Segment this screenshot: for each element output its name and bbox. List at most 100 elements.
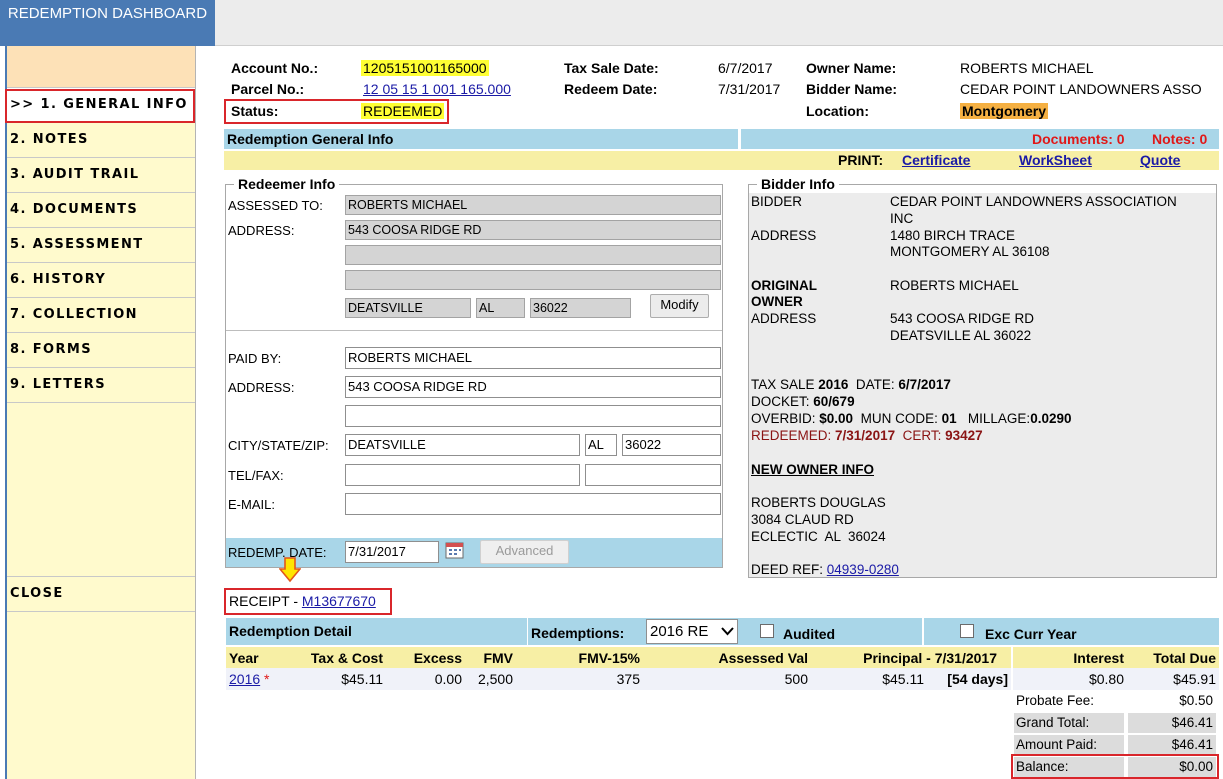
top-bar	[215, 0, 1223, 46]
paid-address-line-2-input[interactable]	[345, 405, 721, 427]
deed-ref-line: DEED REF: 04939-0280	[751, 562, 899, 578]
new-owner-title: NEW OWNER INFO	[751, 462, 874, 477]
address-line-3-field	[345, 270, 721, 290]
detail-title: Redemption Detail	[229, 623, 352, 639]
tax-sale-date-value: 6/7/2017	[718, 60, 773, 76]
sidebar: >> 1. GENERAL INFO 2. NOTES 3. AUDIT TRA…	[5, 46, 196, 779]
account-value: 1205151001165000	[361, 60, 489, 76]
deed-ref-link[interactable]: 04939-0280	[827, 562, 899, 577]
cell-interest: $0.80	[1088, 671, 1124, 687]
parcel-link[interactable]: 12 05 15 1 001 165.000	[363, 81, 511, 97]
col-assessed-val: Assessed Val	[718, 650, 808, 666]
bidder-info-legend: Bidder Info	[757, 176, 839, 192]
exc-curr-year-checkbox[interactable]	[960, 624, 974, 638]
email-input[interactable]	[345, 493, 721, 515]
redeem-date-value: 7/31/2017	[718, 81, 781, 97]
mun-code-label: MUN CODE:	[860, 411, 938, 426]
sidebar-item-documents[interactable]: 4. DOCUMENTS	[7, 193, 195, 228]
col-principal: Principal - 7/31/2017	[863, 650, 997, 666]
email-label: E-MAIL:	[228, 497, 275, 512]
city-state-zip-label: CITY/STATE/ZIP:	[228, 438, 329, 453]
general-info-title: Redemption General Info	[227, 131, 394, 147]
cell-total-due: $45.91	[1173, 671, 1216, 687]
paid-city-input[interactable]: DEATSVILLE	[345, 434, 580, 456]
notes-count[interactable]: Notes: 0	[1152, 131, 1207, 147]
location-label: Location:	[806, 103, 869, 119]
bidder-address-line-2: MONTGOMERY AL 36108	[890, 244, 1050, 259]
mun-code-value: 01	[941, 411, 957, 426]
documents-count[interactable]: Documents: 0	[1032, 131, 1125, 147]
paid-by-input[interactable]: ROBERTS MICHAEL	[345, 347, 721, 369]
redemp-date-input[interactable]: 7/31/2017	[345, 541, 439, 563]
print-certificate-link[interactable]: Certificate	[902, 152, 970, 168]
down-arrow-icon	[278, 557, 302, 583]
year-link[interactable]: 2016	[229, 671, 260, 687]
print-quote-link[interactable]: Quote	[1140, 152, 1180, 168]
counts-bar: Documents: 0 Notes: 0	[741, 129, 1219, 149]
bidder-name-label: Bidder Name:	[806, 81, 898, 97]
redemptions-label: Redemptions:	[531, 625, 625, 641]
tax-sale-date-label: Tax Sale Date:	[564, 60, 659, 76]
original-owner-address-label: ADDRESS	[751, 311, 817, 326]
sidebar-item-history[interactable]: 6. HISTORY	[7, 263, 195, 298]
audited-checkbox[interactable]	[760, 624, 774, 638]
sidebar-header	[7, 46, 195, 88]
city-field: DEATSVILLE	[345, 298, 471, 318]
tax-sale-label: TAX SALE	[751, 377, 815, 392]
deed-ref-label: DEED REF:	[751, 562, 824, 577]
state-field: AL	[476, 298, 525, 318]
redemptions-select[interactable]: 2016 RE	[646, 619, 738, 644]
address-line-1-field: 543 COOSA RIDGE RD	[345, 220, 721, 240]
calendar-icon[interactable]	[445, 541, 465, 559]
sidebar-item-collection[interactable]: 7. COLLECTION	[7, 298, 195, 333]
new-owner-address-1: 3084 CLAUD RD	[751, 512, 854, 527]
advanced-button[interactable]: Advanced	[480, 540, 569, 564]
paid-address-line-1-input[interactable]: 543 COOSA RIDGE RD	[345, 376, 721, 398]
address-label: ADDRESS:	[228, 223, 295, 238]
col-year: Year	[229, 650, 259, 666]
zip-field: 36022	[530, 298, 631, 318]
bidder-label: BIDDER	[751, 194, 803, 209]
annotation-box-balance	[1011, 754, 1219, 779]
cell-fmv-15: 375	[616, 671, 640, 687]
redeemed-line: REDEEMED: 7/31/2017 CERT: 93427	[751, 428, 983, 444]
annotation-box-receipt	[224, 588, 392, 615]
sidebar-item-forms[interactable]: 8. FORMS	[7, 333, 195, 368]
year-star: *	[264, 671, 270, 687]
account-label: Account No.:	[231, 60, 319, 76]
overbid-line: OVERBID: $0.00 MUN CODE: 01 MILLAGE:0.02…	[751, 411, 1071, 427]
sidebar-item-letters[interactable]: 9. LETTERS	[7, 368, 195, 403]
tax-sale-date: 6/7/2017	[898, 377, 951, 392]
fax-input[interactable]	[585, 464, 721, 486]
sidebar-item-audit-trail[interactable]: 3. AUDIT TRAIL	[7, 158, 195, 193]
detail-table-header: Year Tax & Cost Excess FMV FMV-15% Asses…	[226, 647, 1219, 668]
docket-label: DOCKET:	[751, 394, 810, 409]
original-owner-address-line-2: DEATSVILLE AL 36022	[890, 328, 1032, 343]
annotation-box-general-info	[5, 89, 195, 123]
original-owner-label-2: OWNER	[751, 294, 803, 309]
print-label: PRINT:	[838, 152, 884, 168]
overbid-label: OVERBID:	[751, 411, 816, 426]
col-tax-cost: Tax & Cost	[310, 650, 383, 666]
col-total-due: Total Due	[1153, 650, 1216, 666]
owner-name-label: Owner Name:	[806, 60, 897, 76]
amount-paid-label: Amount Paid:	[1014, 735, 1124, 755]
print-worksheet-link[interactable]: WorkSheet	[1019, 152, 1092, 168]
redeemer-info-legend: Redeemer Info	[234, 176, 340, 192]
amount-paid-value: $46.41	[1128, 735, 1216, 755]
sidebar-item-assessment[interactable]: 5. ASSESSMENT	[7, 228, 195, 263]
paid-zip-input[interactable]: 36022	[622, 434, 721, 456]
owner-name-value: ROBERTS MICHAEL	[960, 60, 1094, 76]
grand-total-value: $46.41	[1128, 713, 1216, 733]
redeemer-divider	[226, 330, 722, 331]
paid-address-label: ADDRESS:	[228, 380, 295, 395]
cell-days: [54 days]	[947, 671, 1008, 687]
audited-label: Audited	[783, 626, 836, 642]
millage-label: MILLAGE:	[967, 411, 1031, 426]
modify-button[interactable]: Modify	[650, 294, 709, 318]
tel-input[interactable]	[345, 464, 580, 486]
sidebar-item-close[interactable]: CLOSE	[7, 577, 195, 612]
docket-line: DOCKET: 60/679	[751, 394, 855, 410]
sidebar-item-notes[interactable]: 2. NOTES	[7, 123, 195, 158]
paid-state-input[interactable]: AL	[585, 434, 617, 456]
